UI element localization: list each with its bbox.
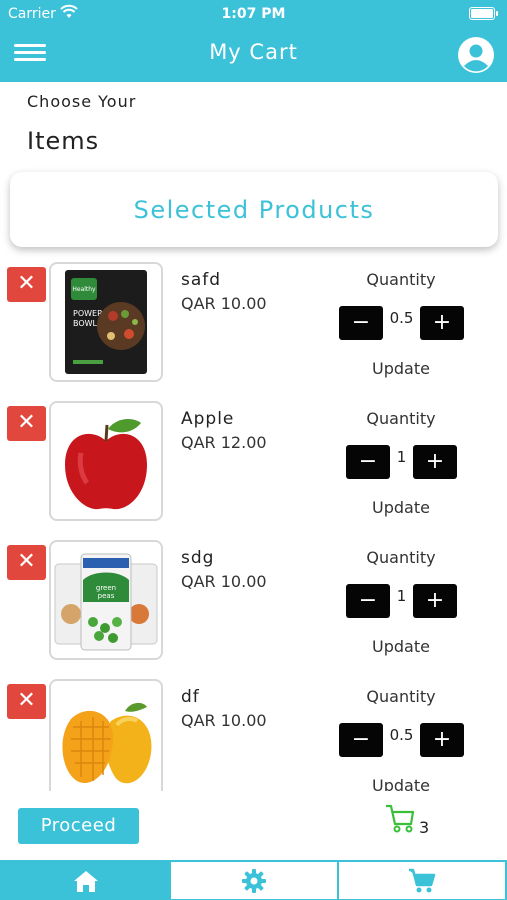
battery-icon	[469, 7, 498, 20]
update-button[interactable]: Update	[345, 637, 457, 656]
product-image-mangoes[interactable]	[49, 679, 163, 791]
product-price: QAR 10.00	[181, 572, 267, 591]
gear-icon	[242, 868, 266, 893]
remove-item-button[interactable]: ✕	[7, 267, 46, 302]
update-button[interactable]: Update	[345, 359, 457, 378]
cart-item: ✕ Healthy POWER BOWLS safd QAR 10.00 Qua…	[0, 258, 507, 386]
decrease-quantity-button[interactable]: −	[346, 584, 390, 618]
product-image-green-peas[interactable]: green peas	[49, 540, 163, 660]
product-image-apple[interactable]	[49, 401, 163, 521]
status-time: 1:07 PM	[221, 6, 286, 22]
svg-text:POWER: POWER	[73, 309, 103, 318]
cart-count: 3	[419, 818, 430, 837]
proceed-button[interactable]: Proceed	[18, 808, 139, 844]
remove-item-button[interactable]: ✕	[7, 545, 46, 580]
quantity-value: 0.5	[389, 726, 414, 744]
cart-icon	[386, 804, 415, 833]
decrease-quantity-button[interactable]: −	[339, 306, 383, 340]
product-name: safd	[181, 270, 222, 290]
product-image-power-bowls[interactable]: Healthy POWER BOWLS	[49, 262, 163, 382]
tab-settings[interactable]	[171, 862, 337, 899]
cart-item-list[interactable]: ✕ Healthy POWER BOWLS safd QAR 10.00 Qua…	[0, 258, 507, 791]
quantity-value: 1	[396, 448, 407, 466]
cart-item: ✕ Apple QAR 12.00 Quantity − 1 + Update	[0, 397, 507, 525]
quantity-stepper: − 0.5 +	[339, 723, 464, 759]
bottom-tab-bar	[0, 860, 507, 900]
remove-item-button[interactable]: ✕	[7, 406, 46, 441]
quantity-value: 1	[396, 587, 407, 605]
svg-text:green: green	[96, 584, 116, 592]
product-name: Apple	[181, 409, 235, 429]
svg-text:Healthy: Healthy	[72, 286, 96, 293]
quantity-label: Quantity	[366, 270, 436, 289]
selected-products-card: Selected Products	[10, 172, 498, 247]
product-name: df	[181, 687, 200, 707]
tab-cart[interactable]	[339, 862, 505, 899]
items-heading: Items	[27, 127, 100, 155]
decrease-quantity-button[interactable]: −	[346, 445, 390, 479]
quantity-stepper: − 1 +	[346, 445, 457, 481]
quantity-label: Quantity	[366, 687, 436, 706]
cart-item: ✕ green peas sdg QAR 10.00 Quantity − 1 …	[0, 536, 507, 664]
cart-icon	[409, 868, 436, 892]
quantity-label: Quantity	[366, 548, 436, 567]
update-button[interactable]: Update	[345, 776, 457, 791]
remove-item-button[interactable]: ✕	[7, 684, 46, 719]
decrease-quantity-button[interactable]: −	[339, 723, 383, 757]
product-price: QAR 12.00	[181, 433, 267, 452]
increase-quantity-button[interactable]: +	[420, 306, 464, 340]
nav-bar: My Cart	[0, 28, 507, 82]
top-bar: Carrier 1:07 PM My Cart	[0, 0, 507, 82]
product-name: sdg	[181, 548, 215, 568]
cart-item: ✕ df QAR 10.00 Quantity − 0.5 + Update	[0, 675, 507, 791]
increase-quantity-button[interactable]: +	[413, 445, 457, 479]
status-bar: Carrier 1:07 PM	[0, 0, 507, 28]
increase-quantity-button[interactable]: +	[420, 723, 464, 757]
product-price: QAR 10.00	[181, 294, 267, 313]
quantity-value: 0.5	[389, 309, 414, 327]
page-title: My Cart	[209, 40, 298, 64]
quantity-label: Quantity	[366, 409, 436, 428]
update-button[interactable]: Update	[345, 498, 457, 517]
svg-text:peas: peas	[98, 592, 115, 600]
selected-products-title: Selected Products	[133, 195, 375, 224]
increase-quantity-button[interactable]: +	[413, 584, 457, 618]
choose-your-label: Choose Your	[27, 92, 137, 111]
product-price: QAR 10.00	[181, 711, 267, 730]
quantity-stepper: − 0.5 +	[339, 306, 464, 342]
quantity-stepper: − 1 +	[346, 584, 457, 620]
tab-home[interactable]	[2, 862, 169, 899]
home-icon	[73, 870, 98, 892]
user-avatar-icon[interactable]	[457, 36, 495, 74]
